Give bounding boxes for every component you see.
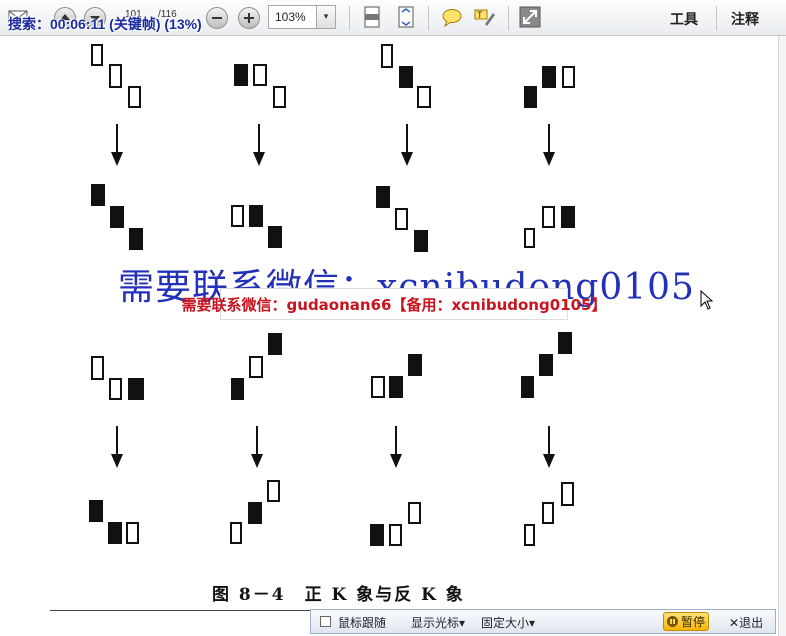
zoom-out-button[interactable] [206, 7, 228, 29]
mouse-follow-label[interactable]: 鼠标跟随 [338, 614, 386, 631]
candle-solid [561, 206, 575, 228]
zoom-value: 103% [275, 10, 306, 24]
down-arrow-icon [111, 426, 123, 470]
candle-hollow [109, 64, 122, 88]
down-arrow-icon [253, 124, 265, 168]
exit-button[interactable]: ✕退出 [729, 614, 763, 631]
svg-text:T: T [477, 10, 483, 20]
fit-width-icon[interactable] [360, 5, 384, 29]
down-arrow-icon [543, 124, 555, 168]
candle-solid [268, 333, 282, 355]
close-icon: ✕ [729, 616, 740, 630]
candle-solid [89, 500, 103, 522]
expand-icon[interactable] [518, 5, 542, 29]
zoom-in-button[interactable] [238, 7, 260, 29]
down-arrow-icon [111, 124, 123, 168]
left-margin [0, 36, 50, 636]
mouse-cursor-icon [700, 289, 714, 314]
toolbar-divider [349, 6, 350, 30]
candle-solid [414, 230, 428, 252]
candle-hollow [267, 480, 280, 502]
candle-solid [370, 524, 384, 546]
candle-hollow [230, 522, 242, 544]
down-arrow-icon [401, 124, 413, 168]
candle-hollow [561, 482, 574, 506]
zoom-select[interactable]: 103% ▾ [268, 5, 336, 29]
candle-solid [108, 522, 122, 544]
chevron-down-icon: ▾ [529, 616, 536, 630]
candle-solid [524, 86, 537, 108]
pause-button[interactable]: 暂停 [663, 612, 709, 631]
highlight-text-icon[interactable]: T [472, 5, 496, 29]
recording-status: 搜索：00:06:11 (关键帧) (13%) [8, 16, 202, 32]
candle-hollow [91, 356, 104, 380]
fixed-size-dropdown[interactable]: 固定大小▾ [481, 614, 535, 631]
watermark-red: 需要联系微信：gudaonan66【备用：xcnibudong0105】 [181, 295, 607, 314]
comment-icon[interactable] [440, 5, 464, 29]
candle-hollow [542, 206, 555, 228]
candle-hollow [524, 524, 535, 546]
candle-solid [539, 354, 553, 376]
candle-solid [542, 66, 556, 88]
candle-hollow [231, 205, 244, 227]
candle-solid [231, 378, 244, 400]
candle-hollow [562, 66, 575, 88]
candle-hollow [273, 86, 286, 108]
show-cursor-dropdown[interactable]: 显示光标▾ [411, 614, 465, 631]
candle-hollow [524, 228, 535, 248]
candle-solid [389, 376, 403, 398]
watermark-box: 需要联系微信：gudaonan66【备用：xcnibudong0105】 [182, 288, 606, 320]
candle-hollow [395, 208, 408, 230]
down-arrow-icon [390, 426, 402, 470]
toolbar-divider [508, 6, 509, 30]
vertical-scrollbar[interactable] [778, 36, 786, 636]
tools-button[interactable]: 工具 [670, 9, 698, 29]
candle-hollow [249, 356, 263, 378]
candle-hollow [109, 378, 122, 400]
fit-page-icon[interactable] [394, 5, 418, 29]
candle-solid [234, 64, 248, 86]
candle-solid [376, 186, 390, 208]
candle-solid [110, 206, 124, 228]
comment-button[interactable]: 注释 [731, 9, 759, 29]
candle-hollow [417, 86, 431, 108]
candle-solid [91, 184, 105, 206]
down-arrow-icon [543, 426, 555, 470]
candle-hollow [91, 44, 103, 66]
figure-caption: 图 8－4 正 K 象与反 K 象 [212, 585, 465, 605]
document-page [50, 36, 778, 612]
candle-hollow [408, 502, 421, 524]
candle-solid [521, 376, 534, 398]
candle-solid [268, 226, 282, 248]
candle-hollow [389, 524, 402, 546]
candle-hollow [253, 64, 267, 86]
candle-solid [129, 228, 143, 250]
down-arrow-icon [251, 426, 263, 470]
recorder-bar: 鼠标跟随 显示光标▾ 固定大小▾ 暂停 ✕退出 [310, 609, 776, 634]
candle-hollow [381, 44, 393, 68]
candle-hollow [126, 522, 139, 544]
candle-solid [128, 378, 144, 400]
toolbar-divider [428, 6, 429, 30]
candle-solid [558, 332, 572, 354]
toolbar-divider [716, 6, 717, 30]
candle-solid [399, 66, 413, 88]
mouse-follow-checkbox[interactable] [320, 616, 331, 627]
chevron-down-icon[interactable]: ▾ [316, 6, 335, 28]
chevron-down-icon: ▾ [459, 616, 466, 630]
candle-solid [408, 354, 422, 376]
candle-solid [249, 205, 263, 227]
candle-hollow [128, 86, 141, 108]
candle-hollow [371, 376, 385, 398]
page-bottom-edge [50, 610, 318, 611]
candle-hollow [542, 502, 554, 524]
candle-solid [248, 502, 262, 524]
pause-icon [666, 616, 678, 627]
